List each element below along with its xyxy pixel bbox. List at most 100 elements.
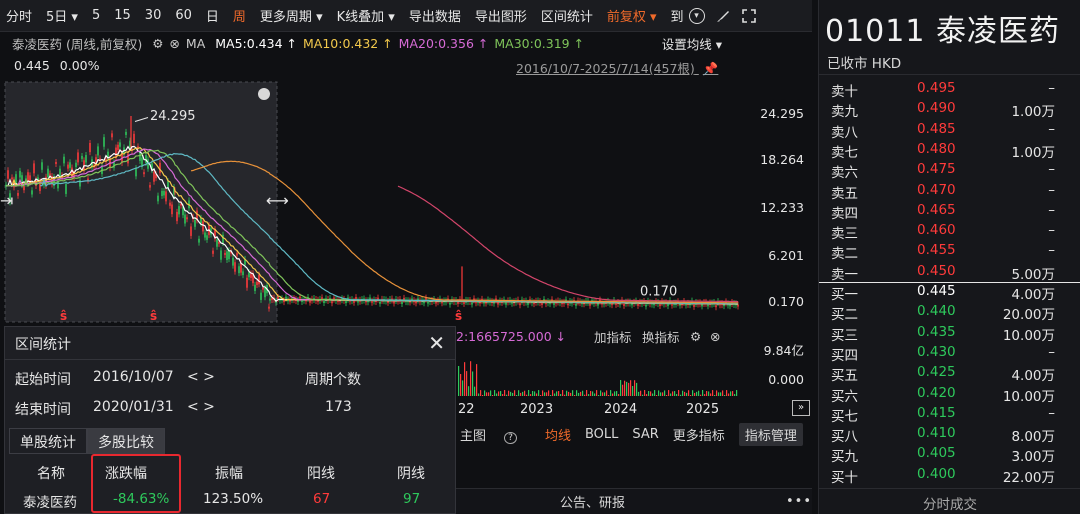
ask-level-row[interactable]: 卖四 0.465 – [819,200,1080,222]
brush-icon[interactable] [714,7,732,25]
more-icon[interactable]: ••• [786,494,812,509]
level-volume: – [1048,80,1055,96]
tab-multi-stock[interactable]: 多股比较 [87,428,165,454]
ask-level-row[interactable]: 卖五 0.470 – [819,180,1080,202]
volume-bar [628,382,630,396]
volume-bar [694,392,696,396]
tab-5day[interactable]: 5日 ▾ [46,6,78,25]
kline-candle [23,186,25,191]
volume-bar [598,395,600,396]
volume-tick: 9.84亿 [763,343,804,358]
interval-stats-button[interactable]: 区间统计 [541,6,593,25]
ask-level-row[interactable]: 卖七 0.480 1.00万 [819,139,1080,161]
more-indicators-button[interactable]: 更多指标 [673,425,725,444]
tab-15min[interactable]: 15 [114,8,131,23]
fullscreen-icon[interactable] [740,7,758,25]
tab-intraday[interactable]: 分时 [6,6,32,25]
level-volume: – [1048,404,1055,421]
tab-ma[interactable]: 均线 [545,425,571,444]
export-data-button[interactable]: 导出数据 [409,6,461,25]
kline-chart-svg[interactable]: 24.295 0.170 ⇥ ⟷ ŝ ŝ ŝ [0,76,812,326]
tab-5min[interactable]: 5 [92,8,100,23]
kline-overlay-dropdown[interactable]: K线叠加 ▾ [337,6,395,25]
pin-icon[interactable]: 📌 [703,61,719,76]
close-circle-icon[interactable]: ⊗ [710,329,720,344]
add-indicator-button[interactable]: 加指标 [594,327,632,346]
ask-level-row[interactable]: 卖六 0.475 – [819,159,1080,181]
bid-level-row[interactable]: 买三 0.435 10.00万 [819,322,1080,344]
tab-60min[interactable]: 60 [175,8,192,23]
kline-candle [169,202,171,206]
table-row[interactable]: 泰凌医药 -84.63% 123.50% 67 97 [5,485,457,513]
switch-indicator-button[interactable]: 换指标 [642,327,680,346]
start-label: 起始时间 [15,372,71,388]
more-periods-dropdown[interactable]: 更多周期 ▾ [260,6,323,25]
export-chart-button[interactable]: 导出图形 [475,6,527,25]
tab-sar[interactable]: SAR [632,427,658,442]
bid-level-row[interactable]: 买八 0.410 8.00万 [819,423,1080,446]
kline-candle [505,302,507,305]
ask-level-row[interactable]: 卖十 0.495 – [819,78,1080,100]
kline-candle [31,190,33,195]
kline-candle [331,301,333,304]
date-range-link[interactable]: 2016/10/7-2025/7/14(457根) 📌 [516,58,718,77]
kline-candle [200,217,202,224]
period-toolbar: 分时 5日 ▾ 5 15 30 60 日 周 更多周期 ▾ K线叠加 ▾ 导出数… [0,0,812,32]
start-prev-next[interactable]: < > [187,369,215,385]
indicator-manager-button[interactable]: 指标管理 [738,422,803,446]
bid-level-row[interactable]: 买六 0.420 10.00万 [819,383,1080,405]
kline-candle [250,273,252,278]
ma-settings-dropdown[interactable]: 设置均线 ▾ [662,34,722,53]
end-prev-next[interactable]: < > [187,399,215,415]
bid-level-row[interactable]: 买四 0.430 – [819,342,1080,364]
close-icon[interactable]: ✕ [428,331,445,355]
settings-gear-icon[interactable]: ⚙ [152,36,163,51]
end-date: 2020/01/31 [93,399,174,415]
gear-icon[interactable]: ⚙ [690,329,701,344]
news-research-link[interactable]: 公告、研报 [560,492,625,511]
volume-bar [632,385,634,396]
tab-single-stock[interactable]: 单股统计 [9,428,87,454]
level-label: 卖五 [831,185,858,202]
row-down-bars: 97 [403,491,421,507]
ask-level-row[interactable]: 卖九 0.490 1.00万 [819,98,1080,120]
volume-bar [590,391,592,396]
bid-level-row[interactable]: 买十 0.400 22.00万 [819,464,1080,486]
goto-button[interactable]: 到 [671,6,684,25]
bid-level-row[interactable]: 买一 0.445 4.00万 [819,281,1080,303]
main-chart-tab[interactable]: 主图 ? [460,425,531,444]
adjust-mode-dropdown[interactable]: 前复权 ▾ [607,6,657,25]
row-amplitude: 123.50% [203,491,264,507]
bid-level-row[interactable]: 买二 0.440 20.00万 [819,301,1080,323]
ask-level-row[interactable]: 卖八 0.485 – [819,119,1080,141]
ma5-value: MA5:0.434 ↑ [215,35,297,51]
chevron-down-icon[interactable]: ▾ [688,7,706,25]
scroll-right-icon[interactable]: » [792,400,810,416]
period-count: 173 [325,399,352,415]
volume-bar [700,394,702,396]
close-circle-icon[interactable]: ⊗ [169,36,179,51]
volume-bar [614,391,616,396]
level-volume: 8.00万 [1011,429,1055,446]
time-sales-tab[interactable]: 分时成交 [819,488,1080,514]
volume-bar [538,390,540,396]
tab-boll[interactable]: BOLL [585,427,618,442]
ask-level-row[interactable]: 卖二 0.455 – [819,240,1080,262]
volume-chart[interactable] [456,346,740,398]
bid-level-row[interactable]: 买七 0.415 – [819,403,1080,425]
tab-30min[interactable]: 30 [145,8,162,23]
tab-daily[interactable]: 日 [206,6,219,25]
bid-level-row[interactable]: 买五 0.425 4.00万 [819,362,1080,384]
volume-bar [532,391,534,396]
volume-bar [482,395,484,396]
year-tick: 2024 [604,402,638,417]
tab-weekly[interactable]: 周 [233,6,246,25]
level-label: 卖一 [831,266,858,283]
kline-chart[interactable]: 24.295 0.170 ⇥ ⟷ ŝ ŝ ŝ [0,76,812,326]
volume-bar [556,391,558,396]
ask-level-row[interactable]: 卖一 0.450 5.00万 [819,261,1080,283]
bid-level-row[interactable]: 买九 0.405 3.00万 [819,443,1080,465]
ask-level-row[interactable]: 卖三 0.460 – [819,220,1080,242]
kline-candle [157,195,159,202]
help-icon[interactable]: ? [504,431,517,444]
